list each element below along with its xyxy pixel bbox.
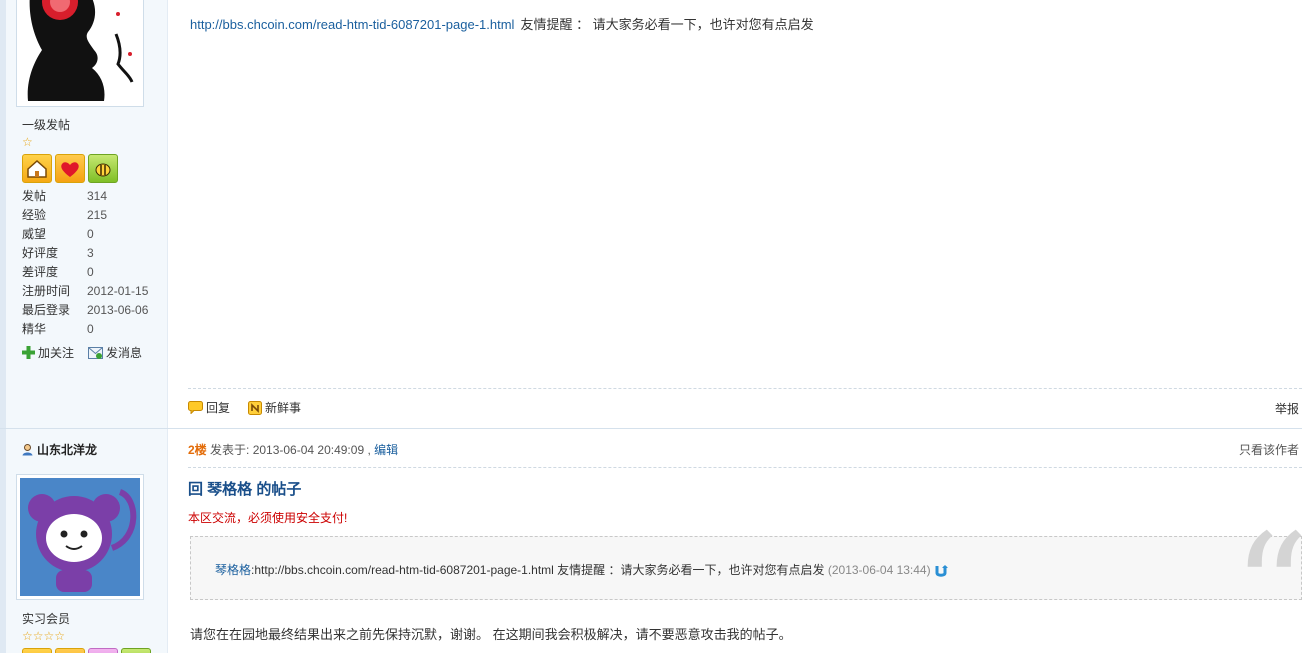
stat-row: 威望 0 <box>22 225 148 244</box>
post1-avatar[interactable] <box>16 0 144 107</box>
stat-value: 3 <box>87 246 94 260</box>
stat-row: 发帖 314 <box>22 187 148 206</box>
stat-key: 发帖 <box>22 189 47 203</box>
stat-key: 经验 <box>22 208 47 222</box>
safety-warning: 本区交流，必须使用安全支付! <box>188 511 348 525</box>
avatar-monkey-image <box>20 478 140 596</box>
stat-value: 2013-06-06 <box>87 303 149 317</box>
post1-rating-stars: ☆ <box>22 135 33 149</box>
edit-link[interactable]: 编辑 <box>374 443 398 457</box>
stat-row: 经验 215 <box>22 206 148 225</box>
only-author-link[interactable]: 只看该作者 <box>1239 441 1299 458</box>
post1-badges <box>22 154 118 183</box>
stat-value: 0 <box>87 227 94 241</box>
badge-icon[interactable] <box>121 648 151 653</box>
stat-value: 0 <box>87 322 94 336</box>
post1-footer-actions: 回复 新鲜事 <box>188 399 301 416</box>
envelope-icon <box>88 346 104 359</box>
post2-username[interactable]: 山东北洋龙 <box>22 441 97 458</box>
post2-user-level: 实习会员 <box>22 612 71 626</box>
stat-row: 注册时间 2012-01-15 <box>22 282 148 301</box>
stat-key: 注册时间 <box>22 284 71 298</box>
stat-key: 好评度 <box>22 246 59 260</box>
post2-title: 回 琴格格 的帖子 <box>188 481 302 498</box>
jump-to-quote-icon[interactable] <box>934 564 948 578</box>
quote-text: 琴格格:http://bbs.chcoin.com/read-htm-tid-6… <box>215 561 948 578</box>
quote-box: “ 琴格格:http://bbs.chcoin.com/read-htm-tid… <box>190 515 1302 653</box>
quote-time: (2013-06-04 13:44) <box>827 563 931 577</box>
fresh-news-icon <box>248 400 263 415</box>
fresh-news-button[interactable]: 新鲜事 <box>248 399 301 416</box>
post-time: 发表于: 2013-06-04 20:49:09 , <box>206 443 375 457</box>
reply-label: 回复 <box>206 401 231 415</box>
stat-value: 2012-01-15 <box>87 284 149 298</box>
post2-meta: 2楼 发表于: 2013-06-04 20:49:09 , 编辑 <box>188 441 398 458</box>
stat-key: 最后登录 <box>22 303 71 317</box>
report-link[interactable]: 举报 <box>1275 400 1299 417</box>
thread-link[interactable]: http://bbs.chcoin.com/read-htm-tid-60872… <box>190 17 514 32</box>
quote-mark-icon: “ <box>1232 503 1302 653</box>
post2-badges <box>22 648 151 653</box>
avatar-silhouette-image <box>20 0 140 101</box>
bee-badge-icon[interactable] <box>88 154 118 183</box>
reply-icon <box>188 401 203 414</box>
stat-row: 精华 0 <box>22 320 148 339</box>
quote-author[interactable]: 琴格格 <box>215 563 251 577</box>
home-badge-icon[interactable] <box>22 154 52 183</box>
post2-body: 请您在在园地最终结果出来之前先保持沉默，谢谢。 在这期间我会积极解决，请不要恶意… <box>190 627 792 642</box>
post2-rating-stars: ☆☆☆☆ <box>22 629 66 643</box>
plus-icon <box>22 346 35 359</box>
stat-row: 最后登录 2013-06-06 <box>22 301 148 320</box>
stat-key: 威望 <box>22 227 47 241</box>
badge-icon[interactable] <box>88 648 118 653</box>
send-message-label: 发消息 <box>106 346 143 360</box>
post1-body: http://bbs.chcoin.com/read-htm-tid-60872… <box>190 14 814 33</box>
heart-badge-icon[interactable] <box>55 154 85 183</box>
stat-key: 差评度 <box>22 265 59 279</box>
post1-user-stats: 发帖 314 经验 215 威望 0 好评度 3 差评度 0 注册时间 2012-01-15… <box>22 187 148 339</box>
floor-number: 2楼 <box>188 443 207 457</box>
stat-key: 精华 <box>22 322 47 336</box>
post2-divider <box>188 467 1302 468</box>
user-icon <box>22 443 33 455</box>
badge-icon[interactable] <box>55 648 85 653</box>
stat-value: 215 <box>87 208 108 222</box>
stat-value: 314 <box>87 189 108 203</box>
post1-divider <box>188 388 1302 389</box>
post2-avatar[interactable] <box>16 474 144 600</box>
follow-button[interactable]: 加关注 <box>22 344 74 361</box>
follow-label: 加关注 <box>38 346 75 360</box>
send-message-button[interactable]: 发消息 <box>88 344 142 361</box>
reply-button[interactable]: 回复 <box>188 399 230 416</box>
fresh-news-label: 新鲜事 <box>265 401 302 415</box>
stat-row: 差评度 0 <box>22 263 148 282</box>
quote-content: :http://bbs.chcoin.com/read-htm-tid-6087… <box>251 563 828 577</box>
post1-user-level: 一级发帖 <box>22 118 71 132</box>
badge-icon[interactable] <box>22 648 52 653</box>
post1-user-actions: 加关注 发消息 <box>22 344 142 361</box>
post2-username-text: 山东北洋龙 <box>37 443 98 457</box>
post1-note: 友情提醒 ： 请大家务必看一下，也许对您有点启发 <box>520 17 814 32</box>
stat-value: 0 <box>87 265 94 279</box>
post-separator <box>0 428 1302 429</box>
stat-row: 好评度 3 <box>22 244 148 263</box>
